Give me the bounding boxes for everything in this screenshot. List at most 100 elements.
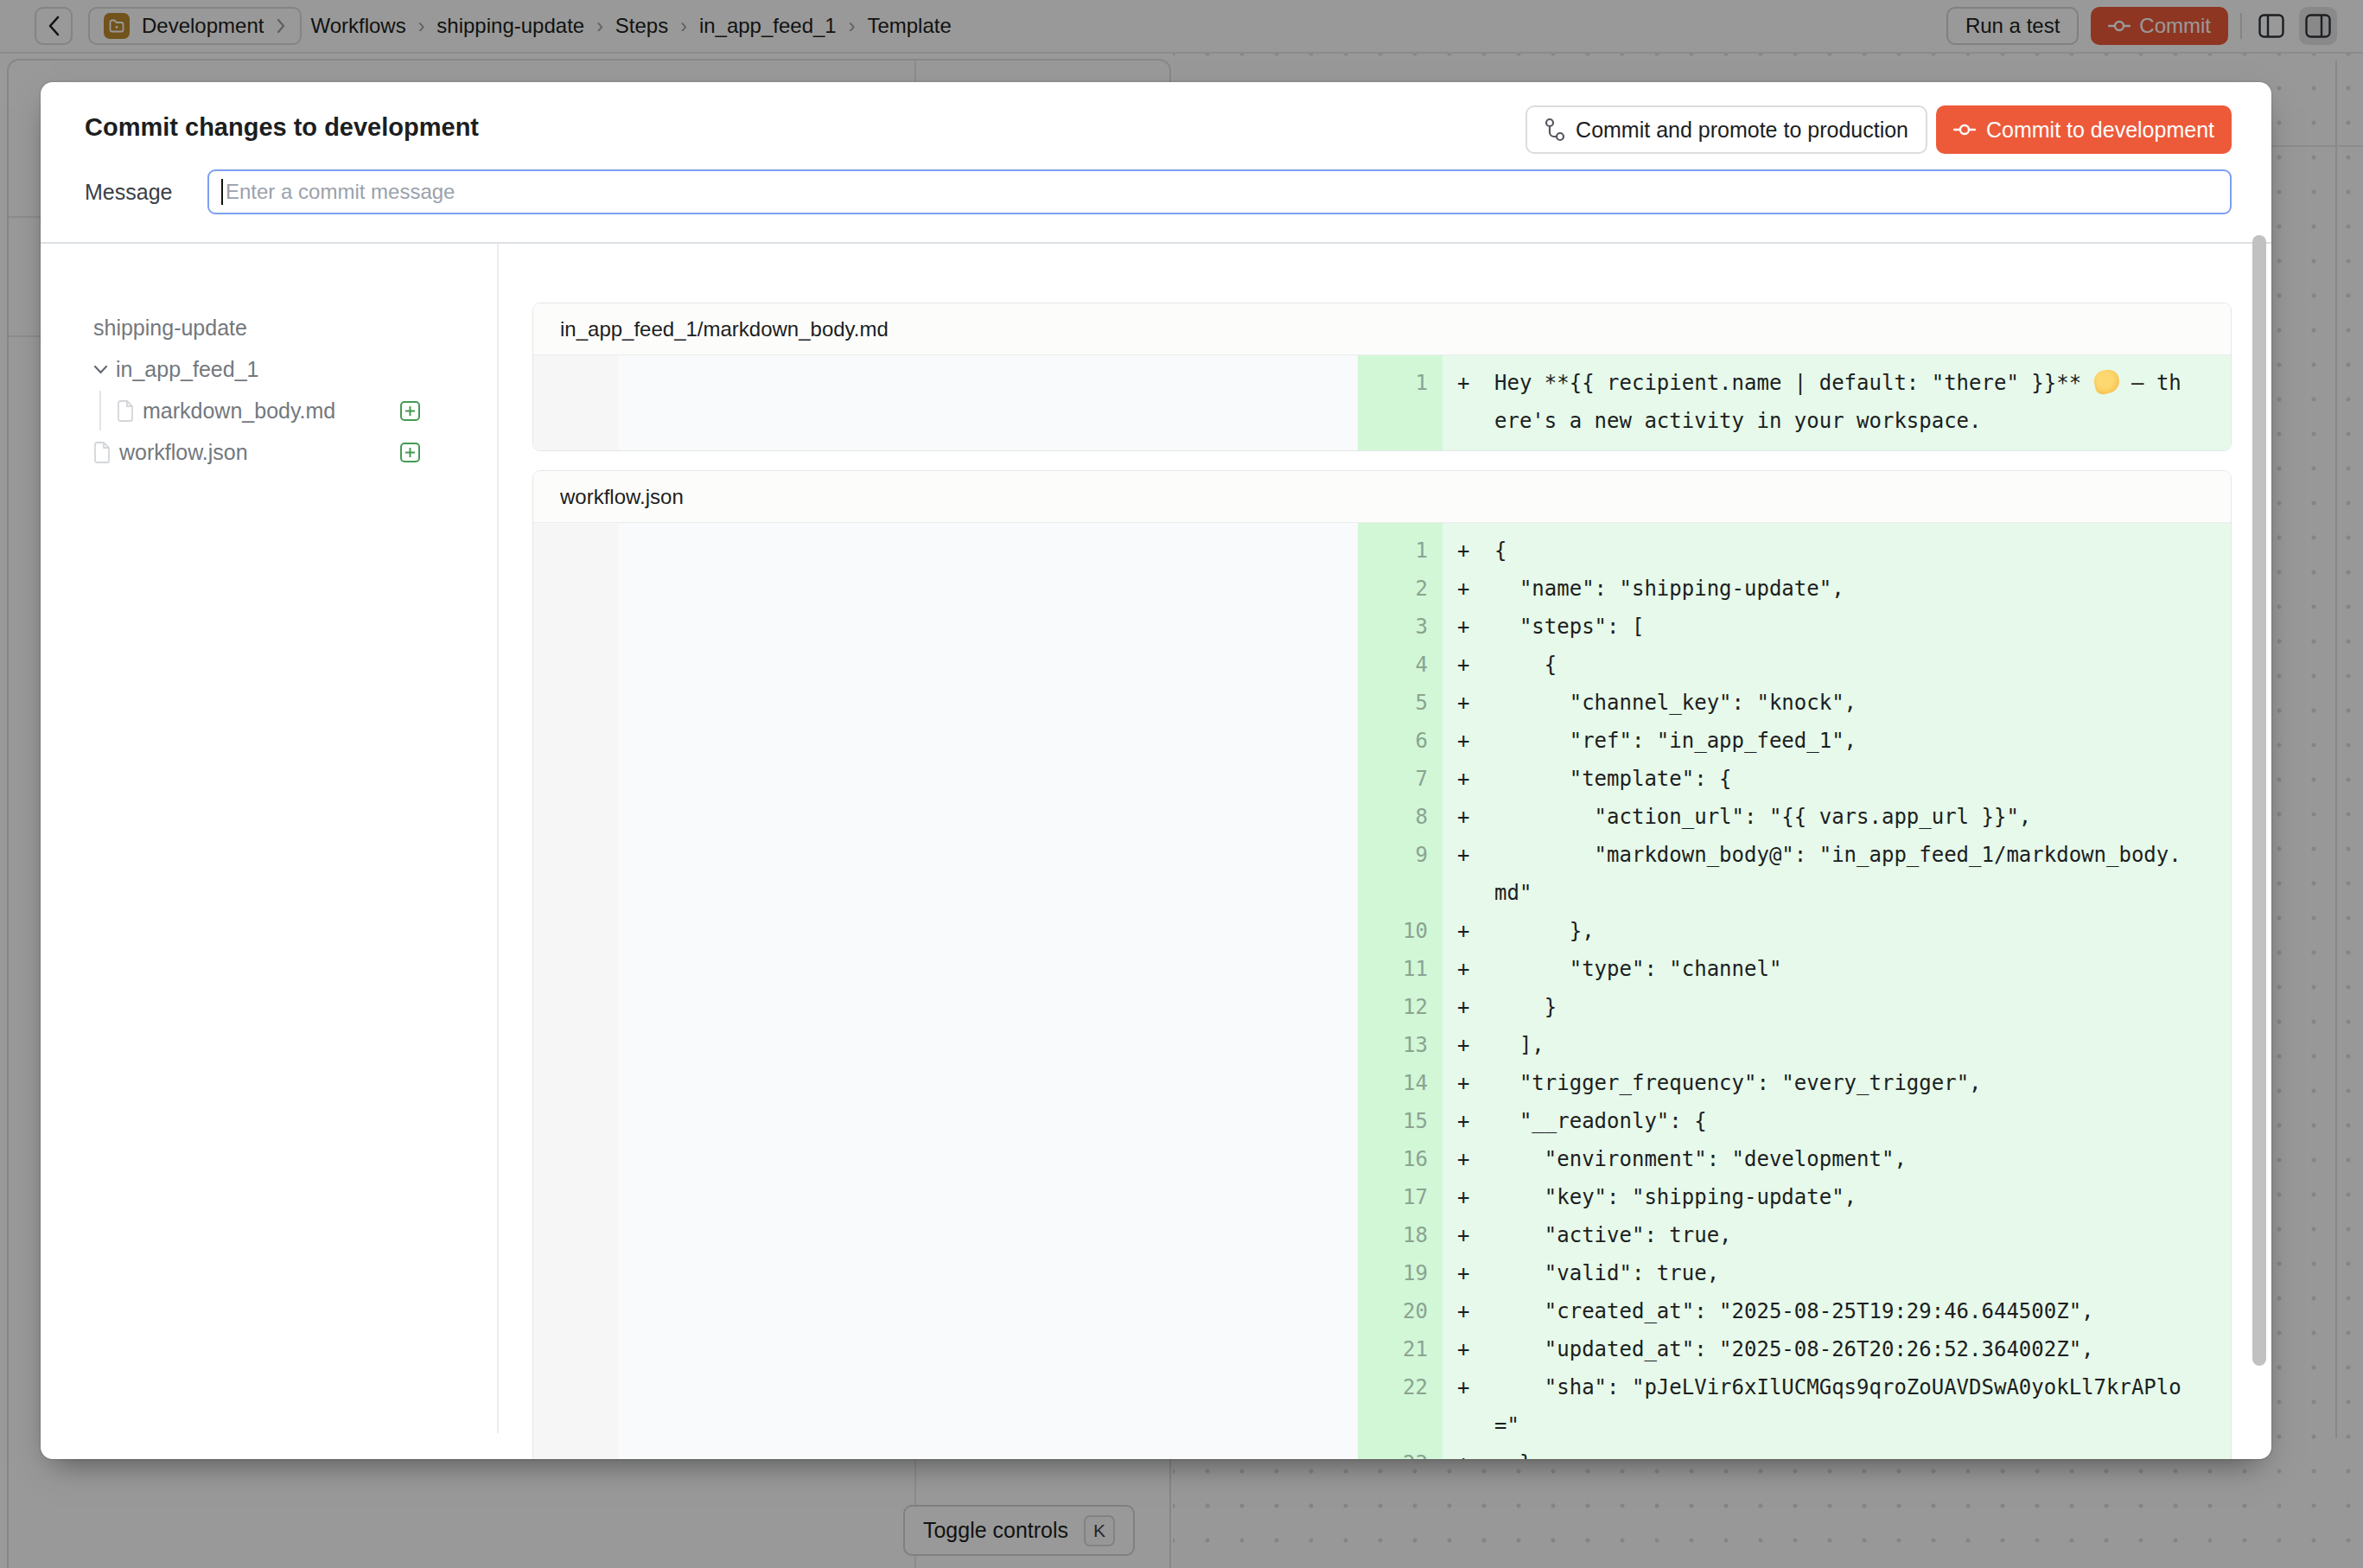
diff-added-marker: + [1443, 1178, 1494, 1216]
diff-panel: workflow.json1+{2+ "name": "shipping-upd… [532, 470, 2232, 1459]
diff-line-content: { [1494, 532, 2186, 570]
file-added-icon [400, 443, 420, 462]
diff-line: 14+ "trigger_frequency": "every_trigger"… [533, 1064, 2231, 1102]
wave-emoji [2092, 367, 2121, 395]
diff-added-marker: + [1443, 1026, 1494, 1064]
diff-file-title: workflow.json [533, 471, 2231, 523]
diff-line: 4+ { [533, 646, 2231, 684]
file-icon [93, 442, 111, 463]
tree-folder-in-app-feed[interactable]: in_app_feed_1 [93, 357, 258, 382]
diff-list: in_app_feed_1/markdown_body.md1+Hey **{{… [532, 303, 2232, 1459]
diff-line-content: "action_url": "{{ vars.app_url }}", [1494, 798, 2186, 836]
diff-line: 21+ "updated_at": "2025-08-26T20:26:52.3… [533, 1330, 2231, 1368]
diff-line: 9+ "markdown_body@": "in_app_feed_1/mark… [533, 836, 2231, 912]
modal-header-divider [41, 242, 2271, 244]
line-number: 16 [1358, 1140, 1443, 1178]
commit-message-input[interactable]: Enter a commit message [207, 169, 2232, 214]
tree-root-label: shipping-update [93, 316, 247, 341]
diff-line-content: "environment": "development", [1494, 1140, 2186, 1178]
diff-line: 12+ } [533, 988, 2231, 1026]
diff-line: 1+Hey **{{ recipient.name | default: "th… [533, 364, 2231, 440]
line-number: 20 [1358, 1292, 1443, 1330]
diff-line: 22+ "sha": "pJeLVir6xIlUCMGqs9qroZoUAVDS… [533, 1368, 2231, 1444]
diff-added-marker: + [1443, 364, 1494, 440]
diff-line: 7+ "template": { [533, 760, 2231, 798]
line-number: 17 [1358, 1178, 1443, 1216]
line-number: 12 [1358, 988, 1443, 1026]
diff-line-content: ], [1494, 1026, 2186, 1064]
line-number: 7 [1358, 760, 1443, 798]
diff-line: 15+ "__readonly": { [533, 1102, 2231, 1140]
text-caret [221, 179, 223, 205]
sidebar-divider [497, 244, 499, 1433]
diff-added-marker: + [1443, 1444, 1494, 1459]
line-number: 4 [1358, 646, 1443, 684]
diff-line: 18+ "active": true, [533, 1216, 2231, 1254]
diff-line-content: "trigger_frequency": "every_trigger", [1494, 1064, 2186, 1102]
diff-added-marker: + [1443, 722, 1494, 760]
diff-added-marker: + [1443, 760, 1494, 798]
diff-line-content: "__readonly": { [1494, 1102, 2186, 1140]
diff-added-marker: + [1443, 836, 1494, 912]
diff-line: 2+ "name": "shipping-update", [533, 570, 2231, 608]
line-number: 5 [1358, 684, 1443, 722]
line-number: 6 [1358, 722, 1443, 760]
diff-added-marker: + [1443, 950, 1494, 988]
diff-line-content: "ref": "in_app_feed_1", [1494, 722, 2186, 760]
diff-line-content: "type": "channel" [1494, 950, 2186, 988]
line-number: 2 [1358, 570, 1443, 608]
diff-line: 16+ "environment": "development", [533, 1140, 2231, 1178]
diff-added-marker: + [1443, 1254, 1494, 1292]
file-added-icon [400, 401, 420, 421]
diff-line-content: } [1494, 1444, 2186, 1459]
diff-file-title: in_app_feed_1/markdown_body.md [533, 303, 2231, 355]
line-number: 8 [1358, 798, 1443, 836]
line-number: 1 [1358, 532, 1443, 570]
line-number: 3 [1358, 608, 1443, 646]
modal-scrollbar[interactable] [2252, 235, 2266, 1366]
diff-body: 1+Hey **{{ recipient.name | default: "th… [533, 355, 2231, 450]
diff-added-marker: + [1443, 1330, 1494, 1368]
diff-line: 17+ "key": "shipping-update", [533, 1178, 2231, 1216]
diff-line-content: "key": "shipping-update", [1494, 1178, 2186, 1216]
tree-file-workflow-json[interactable]: workflow.json [93, 440, 248, 465]
line-number: 18 [1358, 1216, 1443, 1254]
line-number: 9 [1358, 836, 1443, 912]
diff-added-marker: + [1443, 608, 1494, 646]
diff-added-marker: + [1443, 1102, 1494, 1140]
diff-added-marker: + [1443, 1216, 1494, 1254]
diff-line: 11+ "type": "channel" [533, 950, 2231, 988]
diff-body: 1+{2+ "name": "shipping-update",3+ "step… [533, 523, 2231, 1459]
diff-added-marker: + [1443, 1292, 1494, 1330]
line-number: 15 [1358, 1102, 1443, 1140]
diff-line-content: } [1494, 988, 2186, 1026]
message-placeholder: Enter a commit message [226, 180, 455, 204]
commit-to-development-button[interactable]: Commit to development [1936, 105, 2232, 154]
diff-line-content: }, [1494, 912, 2186, 950]
diff-line: 5+ "channel_key": "knock", [533, 684, 2231, 722]
diff-added-marker: + [1443, 798, 1494, 836]
diff-line-content: "channel_key": "knock", [1494, 684, 2186, 722]
diff-line-content: { [1494, 646, 2186, 684]
diff-added-marker: + [1443, 570, 1494, 608]
diff-line-content: "updated_at": "2025-08-26T20:26:52.36400… [1494, 1330, 2186, 1368]
diff-line-content: "steps": [ [1494, 608, 2186, 646]
line-number: 22 [1358, 1368, 1443, 1444]
diff-line-content: "created_at": "2025-08-25T19:29:46.64450… [1494, 1292, 2186, 1330]
commit-promote-button[interactable]: Commit and promote to production [1525, 105, 1927, 154]
diff-line: 19+ "valid": true, [533, 1254, 2231, 1292]
line-number: 1 [1358, 364, 1443, 440]
diff-added-marker: + [1443, 684, 1494, 722]
diff-line: 13+ ], [533, 1026, 2231, 1064]
diff-line: 1+{ [533, 532, 2231, 570]
modal-title: Commit changes to development [85, 113, 479, 142]
diff-added-marker: + [1443, 646, 1494, 684]
diff-line: 20+ "created_at": "2025-08-25T19:29:46.6… [533, 1292, 2231, 1330]
diff-added-marker: + [1443, 912, 1494, 950]
tree-connector-line [99, 391, 101, 430]
line-number: 13 [1358, 1026, 1443, 1064]
diff-line-content: "markdown_body@": "in_app_feed_1/markdow… [1494, 836, 2186, 912]
tree-file-markdown-body[interactable]: markdown_body.md [117, 398, 335, 424]
diff-line-content: "sha": "pJeLVir6xIlUCMGqs9qroZoUAVDSwA0y… [1494, 1368, 2186, 1444]
diff-line-content: Hey **{{ recipient.name | default: "ther… [1494, 364, 2186, 440]
